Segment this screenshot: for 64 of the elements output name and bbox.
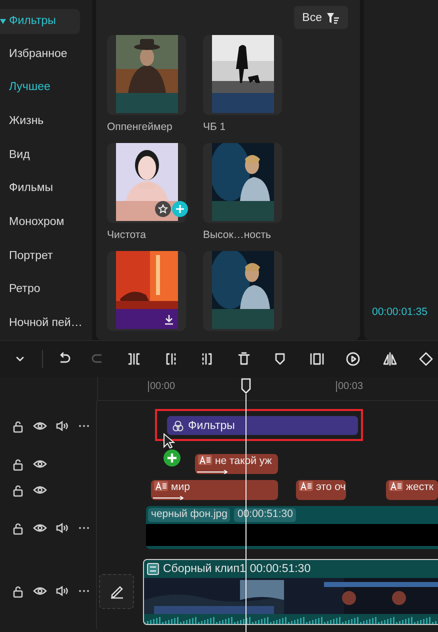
timecode: 00:00:01:35 [371,306,428,320]
split-icon [126,351,142,367]
add-icon [163,449,181,467]
filter-clip[interactable]: Фильтры [167,416,358,435]
clip-label: Фильтры [188,420,235,432]
sidebar-item[interactable]: Лучшее [0,70,92,104]
speaker-icon[interactable] [55,419,69,433]
sidebar-item[interactable]: Ночной пей… [0,306,92,340]
filter-name: Высок…ность [203,228,272,241]
edit-cover-button[interactable] [99,574,134,608]
text-clip[interactable]: жестк [386,480,438,500]
lock-icon[interactable] [11,457,25,471]
filter-card[interactable] [203,251,282,331]
filter-card[interactable] [107,251,186,331]
filter-card[interactable] [203,143,282,223]
text-icon [299,481,313,491]
speaker-icon[interactable] [55,584,69,598]
sidebar-item[interactable]: Фильмы [0,172,92,206]
sidebar-item[interactable]: Жизнь [0,104,92,138]
text-clip[interactable]: это оч [296,480,346,500]
text-icon [198,455,212,465]
filter-name: Чистота [107,228,147,241]
mouse-cursor-icon [163,433,175,449]
download-icon[interactable] [164,314,174,325]
sidebar-item[interactable]: Ретро [0,272,92,306]
clip-label: черный фон.jpg [148,508,230,522]
star-icon [158,204,168,214]
time-label: 00:03 [336,381,364,392]
plus-icon [175,204,185,214]
add-filter-button[interactable] [172,201,188,217]
text-icon [389,481,403,491]
lock-icon[interactable] [11,584,25,598]
mirror-icon [382,351,398,367]
sidebar-item[interactable]: Портрет [0,238,92,273]
sidebar-item[interactable]: Вид [0,138,92,172]
filter-name: ЧБ 1 [203,120,227,133]
speaker-icon[interactable] [55,521,69,535]
filter-card[interactable] [107,143,186,223]
compound-clip[interactable]: Сборный клип1 00:00:51:30 [143,559,438,625]
delete-icon [236,351,252,367]
clip-label: мир [171,481,190,493]
sidebar-item[interactable]: Монохром [0,205,92,239]
filter-icon [326,12,340,24]
filter-card[interactable] [203,35,282,115]
clip-duration: 00:00:51:30 [250,563,311,575]
lock-icon[interactable] [11,419,25,433]
clip-label: это оч [316,481,346,493]
caret-icon [0,18,6,24]
play-icon [345,351,362,367]
sidebar-header[interactable]: Фильтры [0,9,80,34]
lock-icon[interactable] [11,483,25,497]
filter-effect-icon [172,420,184,432]
filter-name: Оппенгеймер [107,120,174,133]
text-clip[interactable]: мир [151,480,278,500]
text-icon [154,481,168,491]
freeze-icon [308,351,325,367]
clip-label: жестк [406,481,434,493]
time-label: 00:00 [148,381,176,392]
sidebar-item[interactable]: Избранное [0,36,92,70]
clip-icon [147,563,159,575]
sidebar-header-label: Фильтры [9,15,56,28]
filter-sort-button[interactable]: Все [294,6,348,29]
clip-label: Сборный клип1 [163,563,246,575]
lock-icon[interactable] [11,521,25,535]
